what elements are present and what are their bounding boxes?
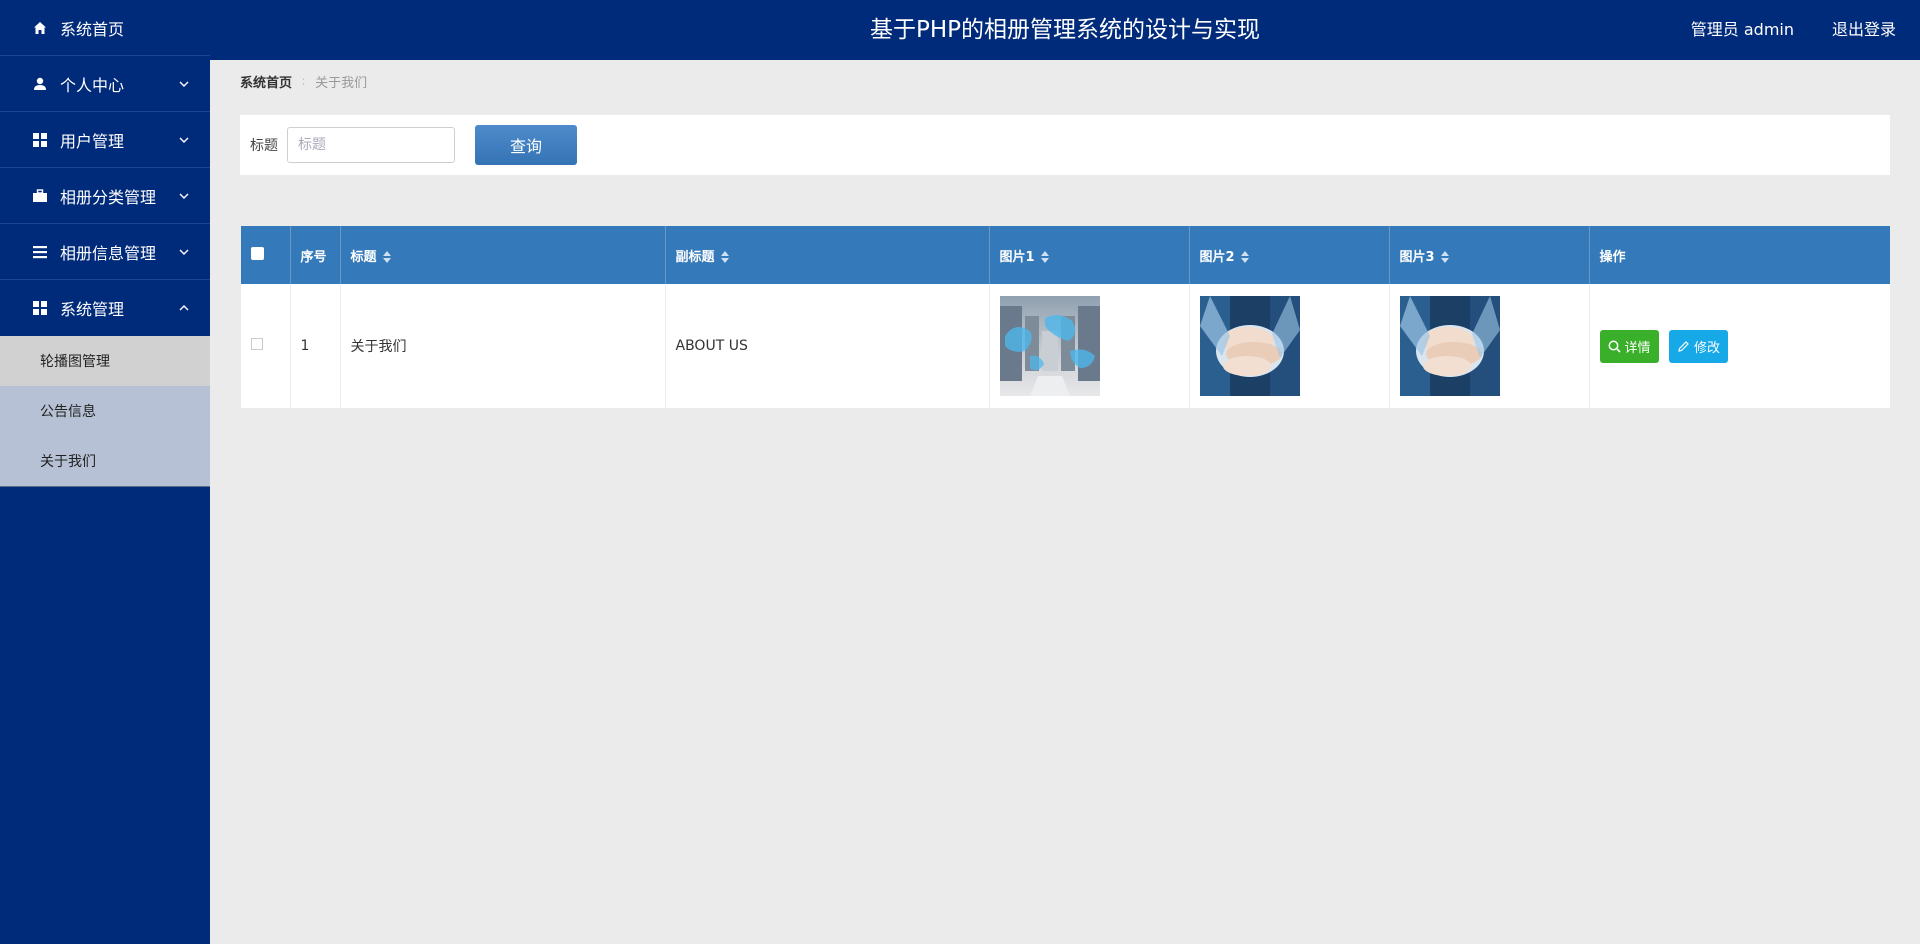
- logout-link[interactable]: 退出登录: [1832, 0, 1896, 60]
- table-header-row: 序号 标题 副标题 图片1 图片2 图片3 操作: [241, 226, 1890, 284]
- search-label: 标题: [250, 138, 278, 154]
- stacked-hands-image[interactable]: [1199, 296, 1300, 396]
- row-title: 关于我们: [340, 284, 666, 408]
- edit-button[interactable]: 修改: [1668, 329, 1728, 363]
- column-header-label: 图片3: [1399, 249, 1435, 265]
- edit-button-label: 修改: [1693, 340, 1720, 356]
- column-header-subtitle[interactable]: 副标题: [665, 226, 990, 284]
- breadcrumb-current: 关于我们: [315, 76, 368, 91]
- search-button[interactable]: 查询: [475, 125, 577, 165]
- column-header-index: 序号: [290, 226, 341, 284]
- sidebar-item-home[interactable]: 系统首页: [0, 0, 210, 56]
- sidebar: 系统首页 个人中心 用户管理 相册分类管理 相册信息管理 系统管理 轮播图管理 …: [0, 0, 210, 944]
- top-header: 基于PHP的相册管理系统的设计与实现 管理员 admin 退出登录: [210, 0, 1920, 60]
- app-title: 基于PHP的相册管理系统的设计与实现: [869, 17, 1261, 43]
- breadcrumb-home[interactable]: 系统首页: [240, 72, 292, 91]
- row-subtitle: ABOUT US: [665, 284, 990, 408]
- grid-icon: [32, 132, 48, 148]
- table-row: 1 关于我们 ABOUT US 详情 修改: [241, 284, 1890, 408]
- search-panel: 标题 查询: [240, 115, 1890, 175]
- row-image2-cell: [1189, 284, 1390, 408]
- pencil-icon: [1678, 340, 1689, 352]
- detail-button[interactable]: 详情: [1599, 329, 1659, 363]
- list-icon: [32, 244, 48, 260]
- chevron-down-icon: [179, 81, 189, 87]
- row-index: 1: [290, 284, 341, 408]
- sidebar-submenu: 轮播图管理 公告信息 关于我们: [0, 336, 210, 487]
- chevron-down-icon: [179, 249, 189, 255]
- column-header-actions: 操作: [1589, 226, 1890, 284]
- chevron-down-icon: [179, 137, 189, 143]
- sidebar-subitem-carousel[interactable]: 轮播图管理: [0, 336, 210, 386]
- column-header-label: 标题: [350, 249, 377, 265]
- sort-icon[interactable]: [1040, 251, 1049, 263]
- sidebar-item-album-info[interactable]: 相册信息管理: [0, 224, 210, 280]
- sort-icon[interactable]: [1240, 251, 1249, 263]
- sidebar-item-profile[interactable]: 个人中心: [0, 56, 210, 112]
- detail-button-label: 详情: [1624, 340, 1651, 356]
- current-user: 管理员 admin: [1690, 20, 1794, 39]
- sidebar-item-system[interactable]: 系统管理: [0, 280, 210, 336]
- warehouse-world-map-image[interactable]: [999, 296, 1100, 396]
- row-image1-cell: [989, 284, 1190, 408]
- column-header-label: 图片2: [1199, 249, 1235, 265]
- column-header-title[interactable]: 标题: [340, 226, 666, 284]
- sidebar-item-label: 个人中心: [60, 75, 125, 95]
- row-image3-cell: [1389, 284, 1590, 408]
- home-icon: [32, 20, 48, 36]
- sort-icon[interactable]: [382, 251, 391, 263]
- select-all-checkbox[interactable]: [251, 246, 264, 260]
- grid-icon: [32, 300, 48, 316]
- row-select-cell: [241, 284, 291, 408]
- breadcrumb: 系统首页 ∶ 关于我们: [240, 72, 368, 92]
- stacked-hands-image[interactable]: [1399, 296, 1500, 396]
- sidebar-item-label: 系统首页: [60, 19, 125, 39]
- chevron-up-icon: [179, 305, 189, 311]
- column-header-image1[interactable]: 图片1: [989, 226, 1190, 284]
- column-header-image3[interactable]: 图片3: [1389, 226, 1590, 284]
- column-header-label: 副标题: [675, 249, 715, 265]
- sidebar-item-label: 系统管理: [60, 300, 125, 319]
- column-header-label: 图片1: [999, 249, 1035, 265]
- sidebar-item-album-category[interactable]: 相册分类管理: [0, 168, 210, 224]
- sort-icon[interactable]: [1440, 251, 1449, 263]
- row-checkbox[interactable]: [251, 338, 263, 350]
- data-table-wrapper: 序号 标题 副标题 图片1 图片2 图片3 操作 1 关于我们 ABOUT US: [241, 226, 1890, 408]
- user-icon: [32, 76, 48, 92]
- column-header-image2[interactable]: 图片2: [1189, 226, 1390, 284]
- breadcrumb-separator: ∶: [302, 74, 306, 89]
- sort-icon[interactable]: [720, 251, 729, 263]
- sidebar-item-label: 用户管理: [60, 131, 125, 151]
- sidebar-subitem-notice[interactable]: 公告信息: [0, 386, 210, 436]
- select-all-cell: [241, 226, 291, 284]
- row-actions-cell: 详情 修改: [1589, 284, 1890, 408]
- title-search-input[interactable]: [287, 127, 455, 163]
- sidebar-subitem-about[interactable]: 关于我们: [0, 436, 210, 486]
- search-icon: [1608, 340, 1621, 353]
- sidebar-item-users[interactable]: 用户管理: [0, 112, 210, 168]
- sidebar-item-label: 相册分类管理: [60, 187, 157, 207]
- chevron-down-icon: [179, 193, 189, 199]
- sidebar-item-label: 相册信息管理: [60, 243, 157, 263]
- data-table: 序号 标题 副标题 图片1 图片2 图片3 操作 1 关于我们 ABOUT US: [241, 226, 1890, 408]
- briefcase-icon: [32, 188, 48, 204]
